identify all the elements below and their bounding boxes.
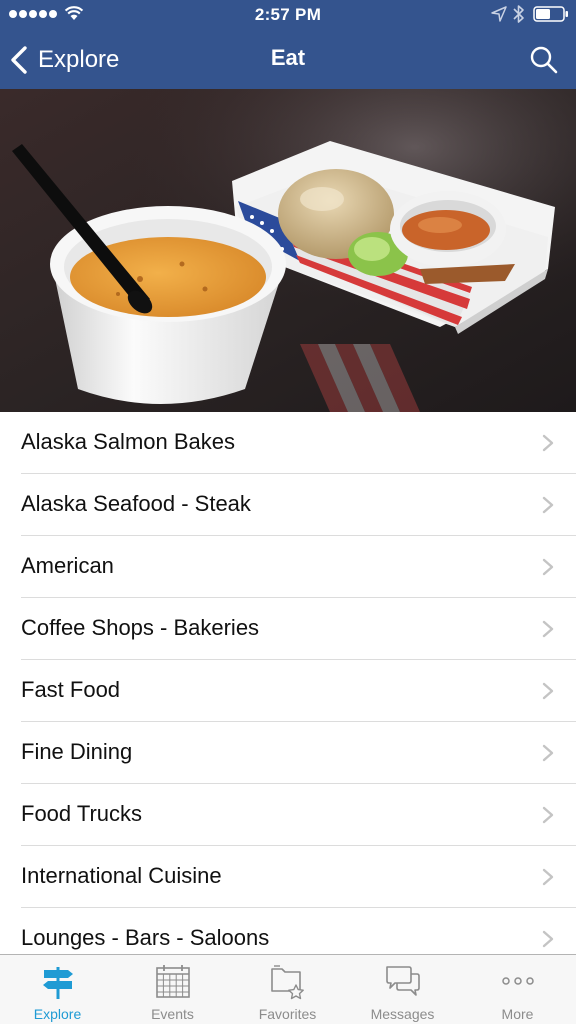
list-item[interactable]: Fast Food bbox=[0, 660, 576, 722]
list-item-label: Alaska Seafood - Steak bbox=[21, 491, 251, 516]
list-item[interactable]: Fine Dining bbox=[0, 722, 576, 784]
search-icon[interactable] bbox=[528, 44, 560, 76]
list-item-label: Fast Food bbox=[21, 677, 121, 702]
location-arrow-icon bbox=[491, 6, 507, 22]
chevron-left-icon bbox=[11, 46, 27, 74]
hero-food-photo bbox=[0, 89, 576, 412]
tab-more[interactable]: More bbox=[460, 955, 575, 1024]
chevron-right-icon bbox=[542, 620, 554, 638]
back-button-label: Explore bbox=[38, 46, 120, 73]
chevron-right-icon bbox=[542, 930, 554, 948]
tab-label: Messages bbox=[370, 1006, 435, 1022]
list-item-label: Lounges - Bars - Saloons bbox=[21, 925, 270, 950]
status-bar: 2:57 PM bbox=[0, 0, 576, 30]
food-photo bbox=[0, 89, 576, 412]
chevron-right-icon bbox=[542, 806, 554, 824]
status-time: 2:57 PM bbox=[254, 5, 322, 24]
top-bar: 2:57 PM Explore Eat bbox=[0, 0, 576, 89]
tab-label: More bbox=[501, 1006, 534, 1022]
chevron-right-icon bbox=[542, 558, 554, 576]
tab-label: Events bbox=[151, 1006, 194, 1022]
list-item[interactable]: Food Trucks bbox=[0, 784, 576, 846]
tab-explore[interactable]: Explore bbox=[0, 955, 115, 1024]
list-item[interactable]: Coffee Shops - Bakeries bbox=[0, 598, 576, 660]
tab-bar: Explore Events Favorites Messages More bbox=[0, 954, 576, 1024]
tab-label: Favorites bbox=[258, 1006, 317, 1022]
list-item-label: American bbox=[21, 553, 114, 578]
chevron-right-icon bbox=[542, 682, 554, 700]
list-item-label: International Cuisine bbox=[21, 863, 222, 888]
list-item[interactable]: Lounges - Bars - Saloons bbox=[0, 908, 576, 954]
more-icon bbox=[502, 977, 534, 985]
chevron-right-icon bbox=[542, 744, 554, 762]
tab-messages[interactable]: Messages bbox=[345, 955, 460, 1024]
calendar-icon bbox=[156, 965, 190, 998]
list-item-label: Food Trucks bbox=[21, 801, 143, 826]
list-item[interactable]: Alaska Seafood - Steak bbox=[0, 474, 576, 536]
chevron-right-icon bbox=[542, 496, 554, 514]
signpost-icon bbox=[43, 967, 73, 999]
list-item-label: Coffee Shops - Bakeries bbox=[21, 615, 260, 640]
chevron-right-icon bbox=[542, 868, 554, 886]
tab-label: Explore bbox=[33, 1006, 82, 1022]
list-item[interactable]: Alaska Salmon Bakes bbox=[0, 412, 576, 474]
tab-favorites[interactable]: Favorites bbox=[230, 955, 345, 1024]
battery-icon bbox=[533, 6, 568, 22]
navigation-bar: Explore Eat bbox=[0, 30, 576, 89]
list-item[interactable]: American bbox=[0, 536, 576, 598]
eat-screen: 2:57 PM Explore Eat Alaska Salmon Bakes … bbox=[0, 0, 576, 1024]
messages-icon bbox=[386, 966, 420, 996]
chevron-right-icon bbox=[542, 434, 554, 452]
bluetooth-icon bbox=[513, 5, 524, 23]
tab-events[interactable]: Events bbox=[115, 955, 230, 1024]
list-item-label: Alaska Salmon Bakes bbox=[21, 429, 235, 454]
list-item-label: Fine Dining bbox=[21, 739, 133, 764]
list-item[interactable]: International Cuisine bbox=[0, 846, 576, 908]
back-button[interactable]: Explore bbox=[8, 40, 119, 80]
favorites-icon bbox=[271, 965, 304, 1000]
category-list: Alaska Salmon Bakes Alaska Seafood - Ste… bbox=[0, 412, 576, 954]
